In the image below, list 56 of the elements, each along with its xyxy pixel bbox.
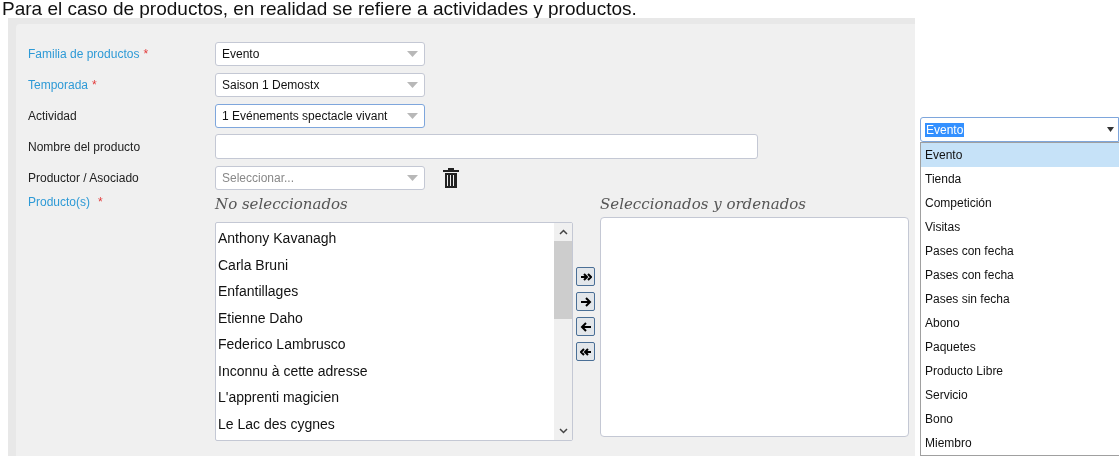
dropdown-option[interactable]: Producto Libre (921, 359, 1119, 383)
dropdown-option[interactable]: Visitas (921, 215, 1119, 239)
list-item[interactable]: Enfantillages (218, 278, 554, 305)
scrollbar[interactable] (554, 223, 572, 440)
caret-icon (1107, 127, 1114, 132)
select-field[interactable]: 1 Evénements spectacle vivant (215, 103, 425, 128)
double-arrow-right-icon (579, 271, 592, 282)
trash-icon[interactable] (443, 167, 459, 188)
caret-icon (407, 112, 418, 119)
list-item[interactable]: Inconnu à cette adresse (218, 357, 554, 384)
caret-icon (407, 81, 418, 88)
scroll-up-icon[interactable] (558, 229, 568, 235)
field-label: Actividad (28, 108, 77, 123)
dropdown-option[interactable]: Evento (921, 143, 1119, 167)
dropdown-option[interactable]: Pases sin fecha (921, 287, 1119, 311)
caret-icon (407, 174, 418, 181)
dropdown-option[interactable]: Pases con fecha (921, 263, 1119, 287)
dropdown-option[interactable]: Competición (921, 191, 1119, 215)
available-list[interactable]: Anthony Kavanagh Carla Bruni Enfantillages Etienne Daho Federico Lambrusco Inconnu à cette adresse L'apprenti magicien Le Lac des cygnes (215, 222, 573, 441)
move-all-right-button[interactable] (576, 267, 595, 286)
list-item[interactable]: Carla Bruni (218, 251, 554, 278)
field-label: Familia de productos (28, 46, 140, 61)
select-field[interactable]: Saison 1 Demostx (215, 72, 425, 97)
double-arrow-left-icon (579, 346, 592, 357)
dropdown-option[interactable]: Bono (921, 407, 1119, 431)
dropdown-option[interactable]: Paquetes (921, 335, 1119, 359)
list-title: No seleccionados (215, 195, 349, 215)
dropdown-option[interactable]: Abono (921, 311, 1119, 335)
arrow-left-icon (579, 321, 592, 332)
arrow-right-icon (579, 296, 592, 307)
field-label: Producto(s) (28, 195, 91, 209)
select-field[interactable]: Evento (215, 41, 425, 66)
caret-icon (407, 50, 418, 57)
select-field[interactable]: Seleccionar... (215, 165, 425, 190)
list-title: Seleccionados y ordenados (600, 195, 807, 215)
field-label: Productor / Asociado (28, 170, 139, 185)
dropdown-option[interactable]: Miembro (921, 431, 1119, 455)
list-item[interactable]: Etienne Daho (218, 304, 554, 331)
field-label: Temporada (28, 77, 89, 92)
list-item[interactable]: Le Lac des cygnes (218, 410, 554, 437)
input-field[interactable] (215, 134, 758, 159)
move-left-button[interactable] (576, 317, 595, 336)
list-item[interactable]: L'apprenti magicien (218, 384, 554, 411)
dropdown-value: Evento (925, 122, 965, 137)
move-right-button[interactable] (576, 292, 595, 311)
required-mark: * (143, 46, 149, 61)
dropdown-option[interactable]: Pases con fecha (921, 239, 1119, 263)
field-label: Nombre del producto (28, 139, 141, 154)
dropdown-option[interactable]: Tienda (921, 167, 1119, 191)
move-all-left-button[interactable] (576, 342, 595, 361)
list-item[interactable]: Anthony Kavanagh (218, 225, 554, 252)
list-item[interactable]: Federico Lambrusco (218, 331, 554, 358)
dropdown-option[interactable]: Servicio (921, 383, 1119, 407)
required-mark: * (98, 195, 103, 209)
scroll-down-icon[interactable] (558, 428, 568, 434)
required-mark: * (92, 77, 97, 92)
